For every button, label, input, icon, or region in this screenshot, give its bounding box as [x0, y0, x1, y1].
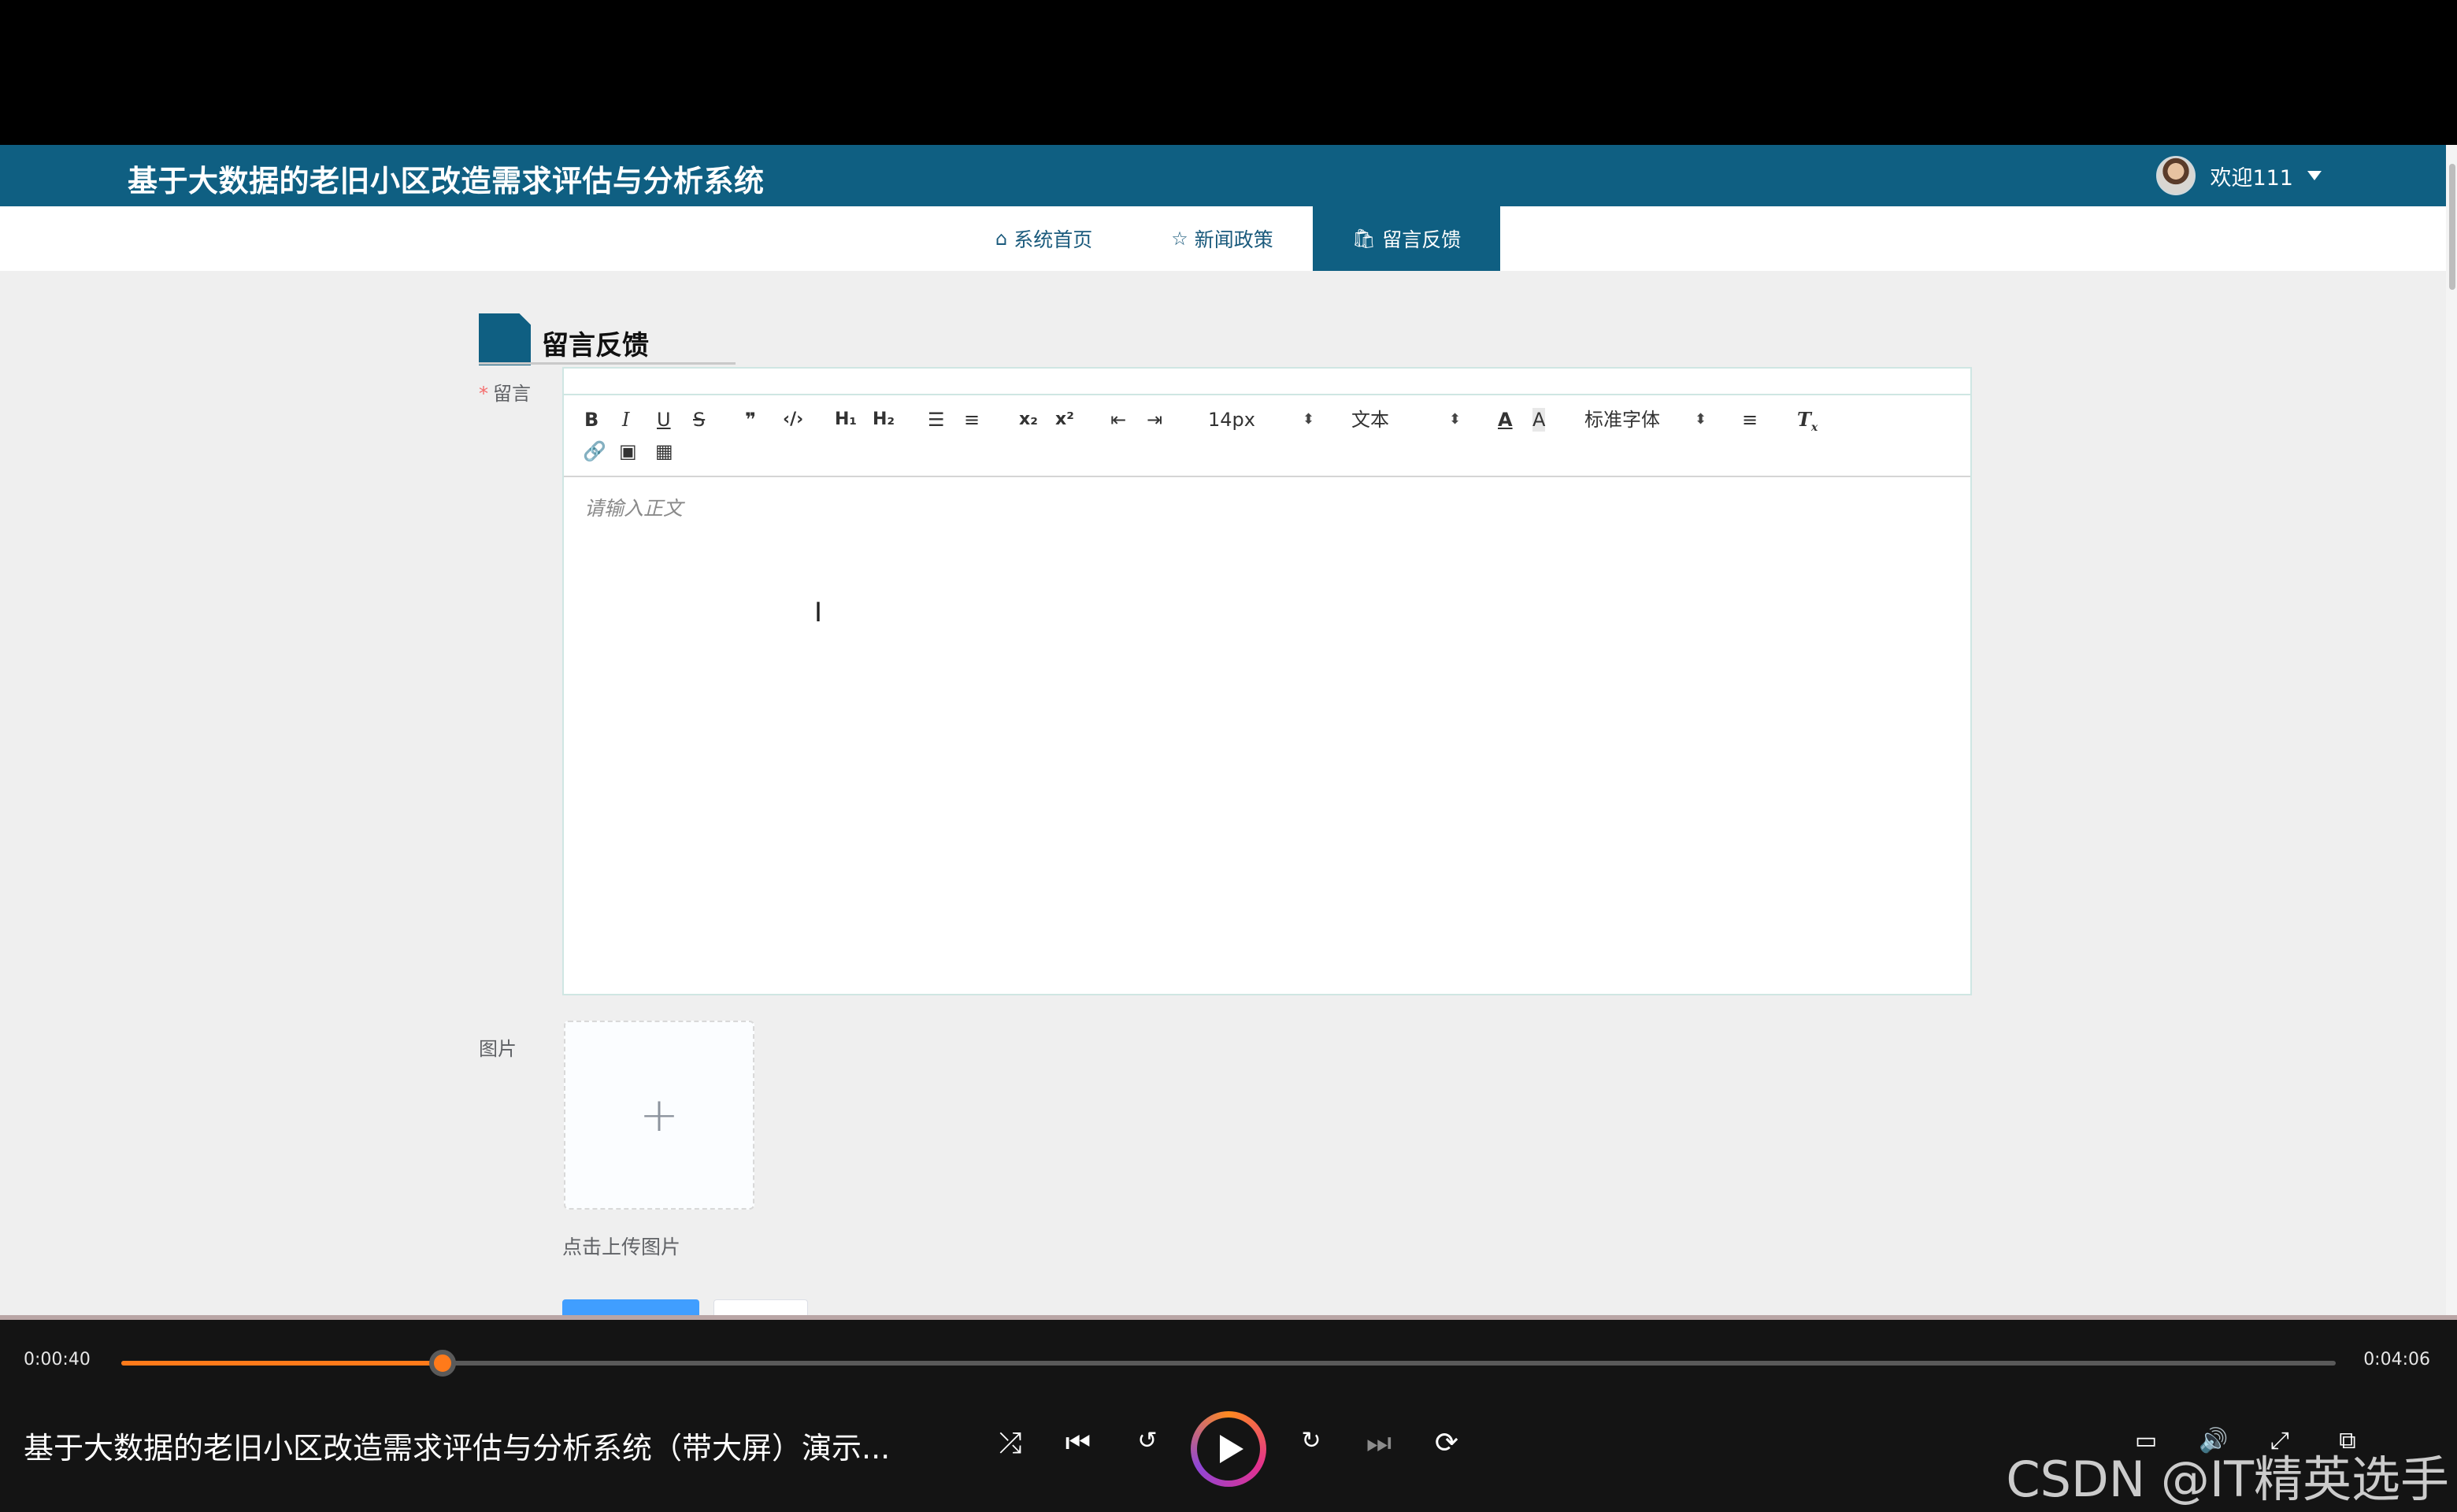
- outdent-icon[interactable]: ⇤: [1110, 408, 1126, 432]
- progress-track[interactable]: [121, 1350, 2336, 1377]
- next-icon[interactable]: ⏭: [1359, 1427, 1399, 1460]
- text-cursor-icon: I: [814, 597, 823, 628]
- image-icon[interactable]: ▣: [619, 439, 637, 463]
- image-upload[interactable]: +: [564, 1021, 754, 1210]
- play-button-inner: [1197, 1418, 1260, 1480]
- total-time: 0:04:06: [2363, 1350, 2430, 1369]
- bag-icon: 🛍: [1351, 228, 1377, 250]
- top-nav: ⌂ 系统首页 ☆ 新闻政策 🛍 留言反馈: [0, 206, 2446, 271]
- reset-button[interactable]: [713, 1299, 808, 1315]
- shuffle-icon[interactable]: ⤮: [991, 1427, 1030, 1460]
- text-color-icon[interactable]: A: [1498, 408, 1513, 432]
- font-family-select[interactable]: 标准字体: [1584, 408, 1660, 432]
- bullet-list-icon[interactable]: ≡: [964, 408, 980, 432]
- italic-icon[interactable]: I: [622, 408, 629, 432]
- required-mark: *: [479, 383, 488, 405]
- nav-item-3[interactable]: 🛍 留言反馈: [1312, 206, 1501, 271]
- heading2-icon[interactable]: H₂: [873, 408, 895, 432]
- section-heading: 留言反馈: [479, 310, 649, 365]
- site-header: 基于大数据的老旧小区改造需求评估与分析系统 欢迎111: [0, 145, 2457, 206]
- indent-icon[interactable]: ⇥: [1147, 408, 1162, 432]
- nav-item-label: 系统首页: [1014, 228, 1093, 251]
- website-viewport: 基于大数据的老旧小区改造需求评估与分析系统 欢迎111 ⌂ 系统首页 ☆ 新闻政策 🛍 留…: [0, 145, 2457, 1315]
- user-menu[interactable]: 欢迎111: [2156, 154, 2322, 197]
- nav-item-1[interactable]: ⌂ 系统首页: [956, 206, 1132, 271]
- underline-icon[interactable]: U: [657, 408, 671, 432]
- title-underline: [479, 362, 736, 365]
- scrollbar[interactable]: [2446, 145, 2457, 1315]
- submit-button[interactable]: [562, 1299, 699, 1315]
- ordered-list-icon[interactable]: ☰: [928, 408, 945, 432]
- previous-icon[interactable]: ⏮: [1058, 1427, 1098, 1460]
- current-time: 0:00:40: [24, 1350, 91, 1369]
- font-family-arrows-icon[interactable]: ⬍: [1695, 411, 1707, 428]
- nav-item-2[interactable]: ☆ 新闻政策: [1132, 206, 1313, 271]
- upload-hint: 点击上传图片: [562, 1236, 681, 1258]
- video-title: 基于大数据的老旧小区改造需求评估与分析系统（带大屏）演示...: [24, 1431, 891, 1466]
- nav-item-label: 新闻政策: [1194, 228, 1273, 251]
- video-player-controls: 0:00:40 0:04:06 基于大数据的老旧小区改造需求评估与分析系统（带大…: [0, 1315, 2457, 1512]
- blockquote-icon[interactable]: ❞: [745, 408, 756, 432]
- welcome-text[interactable]: 欢迎111: [2210, 161, 2293, 191]
- scrollbar-thumb[interactable]: [2449, 164, 2455, 290]
- csdn-watermark: CSDN @IT精英选手: [2006, 1451, 2449, 1508]
- code-block-icon[interactable]: ‹/›: [783, 408, 803, 432]
- nav-items: ⌂ 系统首页 ☆ 新闻政策 🛍 留言反馈: [956, 206, 1501, 271]
- avatar[interactable]: [2156, 156, 2196, 195]
- play-icon: [1220, 1435, 1243, 1463]
- subscript-icon[interactable]: x₂: [1019, 408, 1038, 432]
- clear-format-icon[interactable]: Tx: [1797, 408, 1818, 434]
- title-marker-icon: [479, 313, 531, 365]
- player-divider: [0, 1315, 2457, 1320]
- progress-knob[interactable]: [428, 1350, 456, 1377]
- superscript-icon[interactable]: x²: [1055, 408, 1074, 432]
- plus-icon[interactable]: +: [565, 1022, 753, 1208]
- nav-item-label: 留言反馈: [1382, 228, 1462, 251]
- play-button[interactable]: [1191, 1411, 1266, 1487]
- rich-text-editor[interactable]: B I U S ❞ ‹/› H₁ H₂ ☰ ≡ x₂ x² ⇤ ⇥ 14px ⬍…: [562, 367, 1972, 995]
- loop-icon[interactable]: ⟳: [1427, 1427, 1466, 1459]
- forward-30-icon[interactable]: ↻: [1292, 1427, 1331, 1455]
- star-icon: ☆: [1171, 228, 1188, 250]
- message-label: * 留言: [479, 383, 531, 405]
- strikethrough-icon[interactable]: S: [693, 408, 705, 432]
- rewind-10-icon[interactable]: ↺: [1128, 1427, 1167, 1455]
- link-icon[interactable]: 🔗: [583, 439, 606, 463]
- caret-down-icon[interactable]: [2307, 171, 2322, 180]
- editor-placeholder: 请输入正文: [584, 497, 684, 520]
- editor-top-strip: [564, 369, 1970, 395]
- editor-content[interactable]: 请输入正文: [564, 477, 1970, 994]
- bold-icon[interactable]: B: [584, 408, 598, 432]
- paragraph-type-select[interactable]: 文本: [1351, 408, 1389, 432]
- video-icon[interactable]: ▦: [655, 439, 673, 463]
- font-size-arrows-icon[interactable]: ⬍: [1303, 411, 1314, 428]
- progress-fill: [121, 1361, 443, 1366]
- paragraph-arrows-icon[interactable]: ⬍: [1449, 411, 1461, 428]
- screen: 基于大数据的老旧小区改造需求评估与分析系统 欢迎111 ⌂ 系统首页 ☆ 新闻政策 🛍 留…: [0, 0, 2457, 1512]
- editor-toolbar: B I U S ❞ ‹/› H₁ H₂ ☰ ≡ x₂ x² ⇤ ⇥ 14px ⬍…: [564, 395, 1970, 477]
- font-size-select[interactable]: 14px: [1208, 408, 1255, 432]
- heading1-icon[interactable]: H₁: [835, 408, 857, 432]
- align-left-icon[interactable]: ≡: [1742, 408, 1758, 432]
- home-icon: ⌂: [995, 228, 1008, 250]
- page-title: 留言反馈: [542, 330, 649, 361]
- image-label: 图片: [479, 1038, 517, 1060]
- background-color-icon[interactable]: A: [1532, 408, 1546, 432]
- site-title: 基于大数据的老旧小区改造需求评估与分析系统: [128, 164, 765, 198]
